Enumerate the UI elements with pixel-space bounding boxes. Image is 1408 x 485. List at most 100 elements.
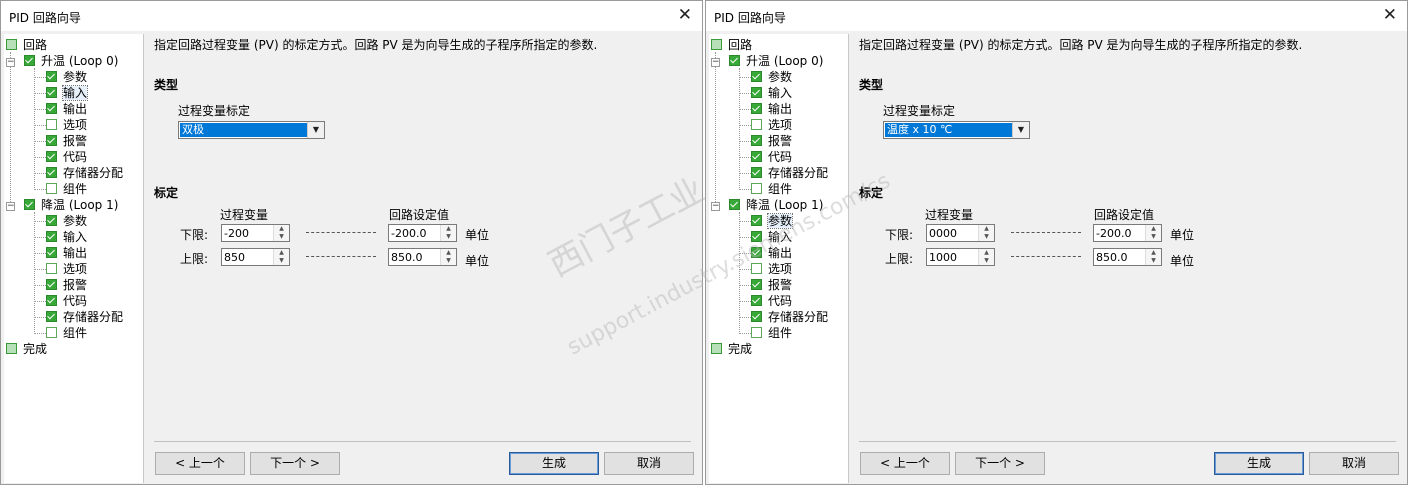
- spin-up-icon[interactable]: ▲: [441, 249, 456, 257]
- footer-separator: [859, 441, 1396, 442]
- tree-item-done[interactable]: 完成: [711, 341, 752, 357]
- upper-pv-spinbox[interactable]: ▲▼: [221, 248, 290, 266]
- lower-sp-input[interactable]: [391, 226, 439, 240]
- spin-up-icon[interactable]: ▲: [1146, 225, 1161, 233]
- lower-sp-input[interactable]: [1096, 226, 1144, 240]
- tree-item-loop0-code[interactable]: 代码: [46, 149, 87, 165]
- tree-item-loop1-code[interactable]: 代码: [46, 293, 87, 309]
- prev-button[interactable]: < 上一个: [860, 452, 950, 475]
- spin-down-icon[interactable]: ▼: [979, 257, 994, 265]
- tree-item-loop1-code[interactable]: 代码: [751, 293, 792, 309]
- generate-button[interactable]: 生成: [1214, 452, 1304, 475]
- spin-down-icon[interactable]: ▼: [274, 233, 289, 241]
- tree-item-loop0[interactable]: 升温 (Loop 0): [24, 53, 118, 69]
- tree-item-loop1-params[interactable]: 参数: [46, 213, 87, 229]
- tree-item-loop1-output[interactable]: 输出: [46, 245, 87, 261]
- generate-button[interactable]: 生成: [509, 452, 599, 475]
- tree-item-loop0-alarms[interactable]: 报警: [751, 133, 792, 149]
- lower-sp-spinbox[interactable]: ▲▼: [388, 224, 457, 242]
- tree-item-loop0-output[interactable]: 输出: [46, 101, 87, 117]
- cancel-button[interactable]: 取消: [1309, 452, 1399, 475]
- tree-item-loop1-components[interactable]: 组件: [46, 325, 87, 341]
- checkbox-icon: [46, 183, 57, 194]
- upper-pv-input[interactable]: [929, 250, 977, 264]
- lower-pv-input[interactable]: [224, 226, 272, 240]
- checkbox-checked-icon: [46, 135, 57, 146]
- upper-sp-spinbox[interactable]: ▲▼: [388, 248, 457, 266]
- upper-pv-spinbox[interactable]: ▲▼: [926, 248, 995, 266]
- tree-item-loop1-memory[interactable]: 存储器分配: [751, 309, 828, 325]
- close-icon[interactable]: ✕: [1383, 6, 1397, 24]
- collapse-icon[interactable]: −: [6, 58, 15, 67]
- lower-pv-input[interactable]: [929, 226, 977, 240]
- next-button[interactable]: 下一个 >: [955, 452, 1045, 475]
- spin-up-icon[interactable]: ▲: [979, 249, 994, 257]
- tree-item-root[interactable]: 回路: [711, 37, 752, 53]
- close-icon[interactable]: ✕: [678, 6, 692, 24]
- tree-item-loop0-components[interactable]: 组件: [46, 181, 87, 197]
- tree-item-loop0-input[interactable]: 输入: [751, 85, 792, 101]
- chevron-down-icon[interactable]: ▼: [1012, 122, 1029, 138]
- collapse-icon[interactable]: −: [6, 202, 15, 211]
- lower-sp-spinbox[interactable]: ▲▼: [1093, 224, 1162, 242]
- tree-item-loop0-params[interactable]: 参数: [46, 69, 87, 85]
- pv-scale-dropdown[interactable]: 温度 x 10 ℃ ▼: [883, 121, 1030, 139]
- spin-down-icon[interactable]: ▼: [979, 233, 994, 241]
- tree-item-loop1-input[interactable]: 输入: [46, 229, 87, 245]
- tree-item-loop0-code[interactable]: 代码: [751, 149, 792, 165]
- tree-item-loop0-components[interactable]: 组件: [751, 181, 792, 197]
- spin-up-icon[interactable]: ▲: [1146, 249, 1161, 257]
- tree-item-loop1-params[interactable]: 参数: [751, 213, 794, 229]
- tree-item-loop1[interactable]: 降温 (Loop 1): [729, 197, 823, 213]
- upper-sp-input[interactable]: [1096, 250, 1144, 264]
- tree-item-loop1-memory[interactable]: 存储器分配: [46, 309, 123, 325]
- tree-item-loop0-memory[interactable]: 存储器分配: [751, 165, 828, 181]
- checkbox-checked-icon: [46, 231, 57, 242]
- checkbox-checked-icon: [751, 87, 762, 98]
- spin-down-icon[interactable]: ▼: [274, 257, 289, 265]
- upper-pv-input[interactable]: [224, 250, 272, 264]
- tree-item-loop0-input[interactable]: 输入: [46, 85, 89, 101]
- cancel-button[interactable]: 取消: [604, 452, 694, 475]
- tree-item-loop1-alarms[interactable]: 报警: [46, 277, 87, 293]
- checkbox-checked-icon: [751, 135, 762, 146]
- checkbox-checked-icon: [751, 215, 762, 226]
- tree-item-loop1-input[interactable]: 输入: [751, 229, 792, 245]
- spin-up-icon[interactable]: ▲: [979, 225, 994, 233]
- tree-item-loop0-alarms[interactable]: 报警: [46, 133, 87, 149]
- tree-item-loop1-alarms[interactable]: 报警: [751, 277, 792, 293]
- pv-scale-dropdown[interactable]: 双极 ▼: [178, 121, 325, 139]
- tree-item-loop0-params[interactable]: 参数: [751, 69, 792, 85]
- collapse-icon[interactable]: −: [711, 202, 720, 211]
- spin-up-icon[interactable]: ▲: [274, 249, 289, 257]
- upper-sp-input[interactable]: [391, 250, 439, 264]
- tree-item-loop0-options[interactable]: 选项: [46, 117, 87, 133]
- chevron-down-icon[interactable]: ▼: [307, 122, 324, 138]
- tree-item-loop0-memory[interactable]: 存储器分配: [46, 165, 123, 181]
- spin-up-icon[interactable]: ▲: [274, 225, 289, 233]
- tree-item-loop0-options[interactable]: 选项: [751, 117, 792, 133]
- tree-item-loop0-output[interactable]: 输出: [751, 101, 792, 117]
- tree-item-loop1-options[interactable]: 选项: [46, 261, 87, 277]
- collapse-icon[interactable]: −: [711, 58, 720, 67]
- tree-item-loop1-options[interactable]: 选项: [751, 261, 792, 277]
- tree-item-loop1-output[interactable]: 输出: [751, 245, 792, 261]
- tree-item-loop1-components[interactable]: 组件: [751, 325, 792, 341]
- spin-down-icon[interactable]: ▼: [1146, 257, 1161, 265]
- upper-sp-spinbox[interactable]: ▲▼: [1093, 248, 1162, 266]
- spin-up-icon[interactable]: ▲: [441, 225, 456, 233]
- prev-button[interactable]: < 上一个: [155, 452, 245, 475]
- checkbox-checked-icon: [46, 71, 57, 82]
- tree-item-loop0[interactable]: 升温 (Loop 0): [729, 53, 823, 69]
- divider-dashed: [1011, 232, 1081, 233]
- spin-down-icon[interactable]: ▼: [441, 257, 456, 265]
- spin-down-icon[interactable]: ▼: [1146, 233, 1161, 241]
- spin-down-icon[interactable]: ▼: [441, 233, 456, 241]
- tree-item-done[interactable]: 完成: [6, 341, 47, 357]
- lower-pv-spinbox[interactable]: ▲▼: [221, 224, 290, 242]
- tree-item-root[interactable]: 回路: [6, 37, 47, 53]
- lower-pv-spinbox[interactable]: ▲▼: [926, 224, 995, 242]
- pv-scale-selected: 双极: [180, 123, 307, 137]
- tree-item-loop1[interactable]: 降温 (Loop 1): [24, 197, 118, 213]
- next-button[interactable]: 下一个 >: [250, 452, 340, 475]
